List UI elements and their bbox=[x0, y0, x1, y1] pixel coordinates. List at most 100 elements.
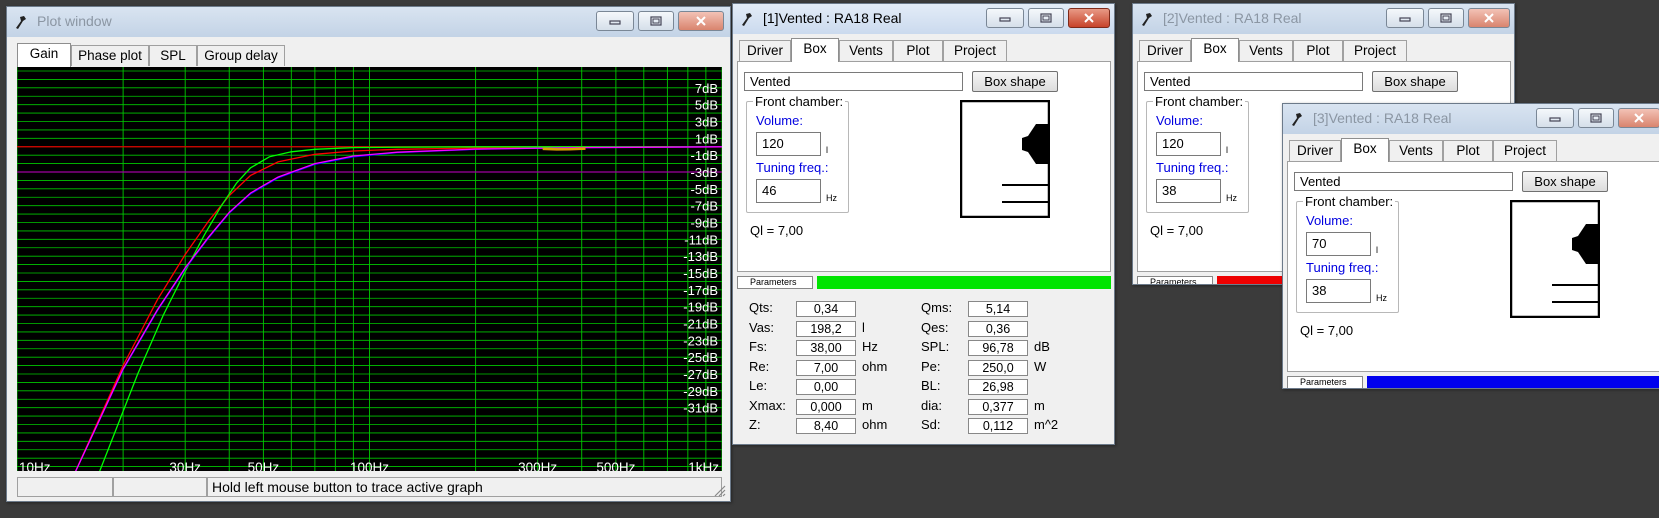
tab-project[interactable]: Project bbox=[943, 40, 1007, 61]
box-shape-button[interactable]: Box shape bbox=[972, 71, 1058, 92]
box-type-field[interactable]: Vented bbox=[1294, 172, 1513, 191]
box-window-3[interactable]: [3]Vented : RA18 Real Driver Box Vents P… bbox=[1282, 103, 1659, 389]
param-unit: m bbox=[862, 397, 873, 413]
tab-box[interactable]: Box bbox=[1191, 38, 1239, 62]
tab-phase-plot[interactable]: Phase plot bbox=[71, 45, 149, 66]
param-value: 250,0 bbox=[968, 359, 1028, 376]
minimize-button[interactable] bbox=[1536, 108, 1574, 128]
box-shape-button[interactable]: Box shape bbox=[1372, 71, 1458, 92]
param-label: Z: bbox=[749, 417, 761, 432]
param-label: Sd: bbox=[921, 417, 941, 432]
plot-tabs: Gain Phase plot SPL Group delay bbox=[17, 43, 317, 67]
gain-chart[interactable]: 7dB 5dB 3dB1dB -1dB -3dB -5dB -7dB -9dB-11dB -13… bbox=[17, 67, 722, 475]
volume-input[interactable]: 120 bbox=[756, 132, 821, 156]
tab-plot[interactable]: Plot bbox=[893, 40, 943, 61]
tab-vents[interactable]: Vents bbox=[839, 40, 893, 61]
tuning-input[interactable]: 46 bbox=[756, 179, 821, 203]
tab-group-delay[interactable]: Group delay bbox=[197, 45, 285, 66]
param-label: Qes: bbox=[921, 319, 949, 335]
param-value: 8,40 bbox=[796, 418, 856, 434]
parameters-tab[interactable]: Parameters bbox=[1287, 376, 1363, 388]
tab-spl[interactable]: SPL bbox=[149, 45, 197, 66]
param-label: dia: bbox=[921, 397, 942, 413]
tab-vents[interactable]: Vents bbox=[1389, 140, 1443, 161]
maximize-icon bbox=[1429, 9, 1463, 27]
param-value: 7,00 bbox=[796, 359, 856, 376]
tab-box[interactable]: Box bbox=[791, 38, 839, 62]
close-button[interactable] bbox=[1468, 8, 1510, 28]
minimize-icon bbox=[597, 12, 633, 30]
y-tick-label: -21dB bbox=[683, 317, 718, 332]
volume-unit: l bbox=[1376, 245, 1378, 255]
tab-driver[interactable]: Driver bbox=[1289, 140, 1341, 161]
volume-input[interactable]: 70 bbox=[1306, 232, 1371, 256]
param-value: 0,36 bbox=[968, 320, 1028, 337]
tuning-label: Tuning freq.: bbox=[756, 160, 829, 175]
param-value: 26,98 bbox=[968, 379, 1028, 395]
tab-driver[interactable]: Driver bbox=[739, 40, 791, 61]
box-window-1-titlebar[interactable]: [1]Vented : RA18 Real bbox=[733, 4, 1114, 34]
tab-vents[interactable]: Vents bbox=[1239, 40, 1293, 61]
tab-driver[interactable]: Driver bbox=[1139, 40, 1191, 61]
box-type-field[interactable]: Vented bbox=[1144, 72, 1363, 91]
close-icon bbox=[1469, 9, 1509, 27]
close-button[interactable] bbox=[678, 11, 724, 31]
box-type-field[interactable]: Vented bbox=[744, 72, 963, 91]
maximize-icon bbox=[1579, 109, 1613, 127]
y-tick-label: 7dB bbox=[695, 81, 718, 96]
maximize-button[interactable] bbox=[1578, 108, 1614, 128]
param-label: Re: bbox=[749, 358, 770, 374]
param-unit: ohm bbox=[862, 417, 888, 432]
y-tick-label: -29dB bbox=[683, 384, 718, 399]
minimize-button[interactable] bbox=[596, 11, 634, 31]
maximize-button[interactable] bbox=[638, 11, 674, 31]
y-tick-label: -9dB bbox=[691, 216, 718, 231]
param-unit: W bbox=[1034, 358, 1047, 374]
box-window-1-tabs: Driver Box Vents Plot Project bbox=[739, 38, 1109, 62]
minimize-button[interactable] bbox=[1386, 8, 1424, 28]
close-button[interactable] bbox=[1068, 8, 1110, 28]
tab-project[interactable]: Project bbox=[1493, 140, 1557, 161]
tab-gain[interactable]: Gain bbox=[17, 43, 71, 67]
y-tick-label: -3dB bbox=[691, 165, 718, 180]
tab-project[interactable]: Project bbox=[1343, 40, 1407, 61]
y-tick-label: -11dB bbox=[684, 232, 718, 247]
tuning-input[interactable]: 38 bbox=[1306, 279, 1371, 303]
ql-text: Ql = 7,00 bbox=[750, 223, 804, 238]
box-window-1[interactable]: [1]Vented : RA18 Real Driver Box Vents P… bbox=[732, 3, 1115, 445]
y-tick-label: -31dB bbox=[683, 401, 718, 416]
resize-grip-icon[interactable] bbox=[712, 483, 726, 497]
volume-input[interactable]: 120 bbox=[1156, 132, 1221, 156]
app-icon bbox=[1292, 113, 1302, 126]
maximize-button[interactable] bbox=[1028, 8, 1064, 28]
volume-unit: l bbox=[826, 145, 828, 155]
front-chamber-label: Front chamber: bbox=[1153, 94, 1246, 109]
tuning-unit: Hz bbox=[826, 193, 837, 203]
param-value: 38,00 bbox=[796, 340, 856, 356]
box-window-2-titlebar[interactable]: [2]Vented : RA18 Real bbox=[1133, 4, 1514, 34]
close-icon bbox=[679, 12, 723, 30]
parameters-tab[interactable]: Parameters bbox=[1137, 276, 1213, 284]
parameters-tab[interactable]: Parameters bbox=[737, 276, 813, 289]
volume-label: Volume: bbox=[756, 113, 803, 128]
status-cell-2 bbox=[113, 477, 207, 497]
maximize-icon bbox=[1029, 9, 1063, 27]
param-unit: dB bbox=[1034, 339, 1050, 354]
y-tick-label: 3dB bbox=[695, 115, 718, 130]
y-tick-label: -25dB bbox=[683, 350, 718, 365]
plot-window[interactable]: Plot window Gain Phase plot SPL Group de… bbox=[6, 6, 731, 502]
plot-window-titlebar[interactable]: Plot window bbox=[7, 7, 730, 37]
tab-plot[interactable]: Plot bbox=[1443, 140, 1493, 161]
tuning-label: Tuning freq.: bbox=[1306, 260, 1379, 275]
front-chamber-label: Front chamber: bbox=[753, 94, 846, 109]
minimize-button[interactable] bbox=[986, 8, 1024, 28]
tab-box[interactable]: Box bbox=[1341, 138, 1389, 162]
close-button[interactable] bbox=[1618, 108, 1659, 128]
box-window-3-titlebar[interactable]: [3]Vented : RA18 Real bbox=[1283, 104, 1659, 134]
tab-plot[interactable]: Plot bbox=[1293, 40, 1343, 61]
tuning-unit: Hz bbox=[1376, 293, 1387, 303]
box-shape-button[interactable]: Box shape bbox=[1522, 171, 1608, 192]
param-value: 96,78 bbox=[968, 340, 1028, 356]
tuning-input[interactable]: 38 bbox=[1156, 179, 1221, 203]
maximize-button[interactable] bbox=[1428, 8, 1464, 28]
